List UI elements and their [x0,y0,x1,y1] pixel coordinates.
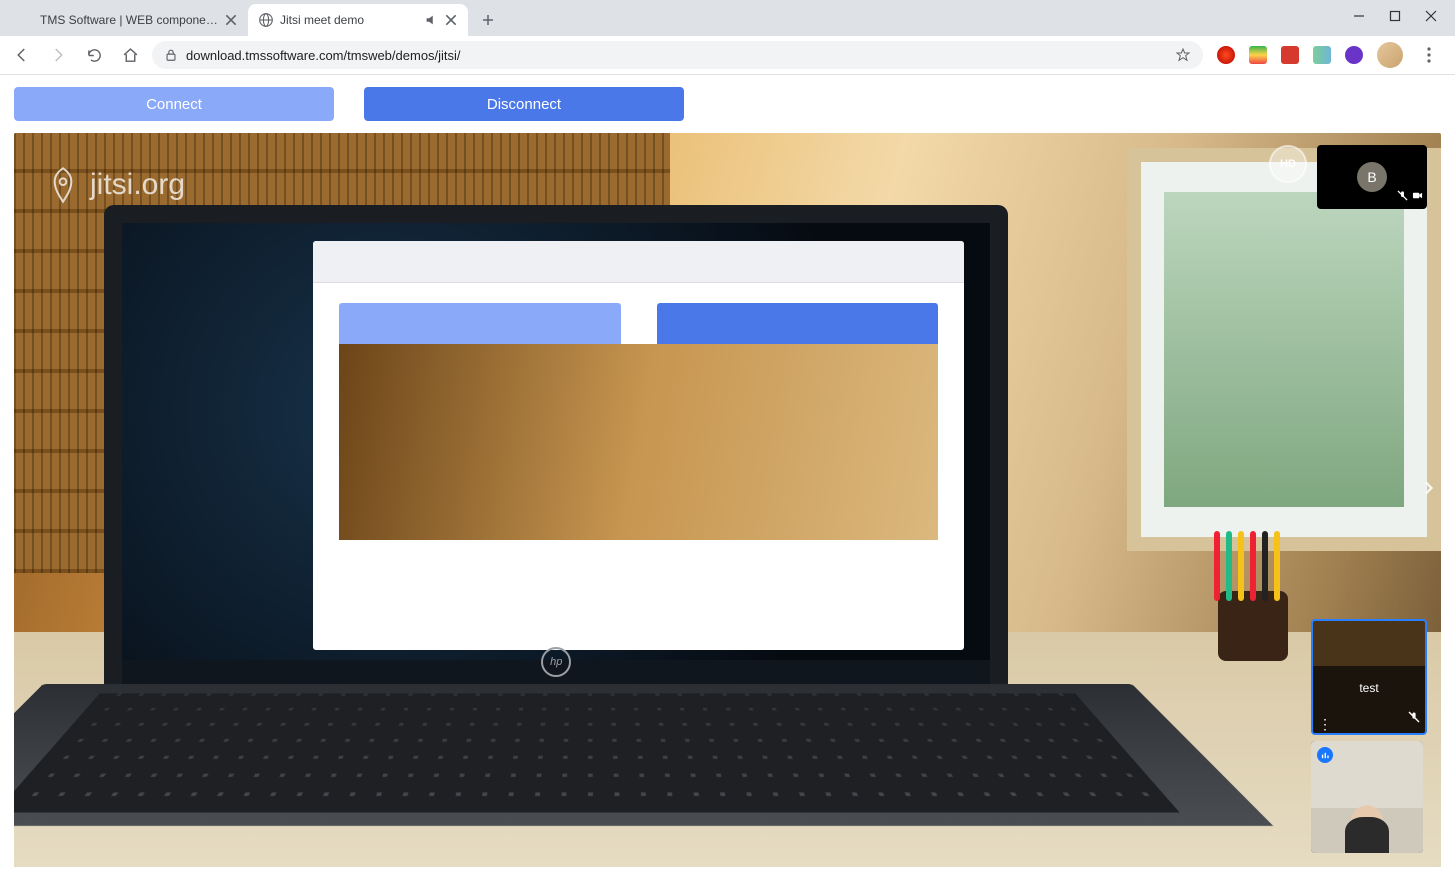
hd-quality-badge[interactable]: HD [1269,145,1307,183]
favicon-tms [18,12,34,28]
tab-strip: TMS Software | WEB components Jitsi meet… [0,0,1455,36]
extension-icon[interactable] [1217,46,1235,64]
background-pen-cup [1208,541,1298,661]
jitsi-brand-text: jitsi.org [90,168,185,202]
tab-title: TMS Software | WEB components [40,13,218,27]
tab-title: Jitsi meet demo [280,13,418,27]
tab-jitsi-demo[interactable]: Jitsi meet demo [248,4,468,36]
mic-muted-icon [1408,710,1420,728]
window-maximize-button[interactable] [1389,10,1401,22]
participant-thumbnails: test ⋮ [1311,619,1427,853]
window-controls [1335,0,1455,32]
window-minimize-button[interactable] [1353,10,1365,22]
top-right-badges: HD B [1269,145,1427,209]
jitsi-logo: jitsi.org [46,165,185,205]
thumbnail-menu-icon[interactable]: ⋮ [1318,720,1332,728]
tab-tms-software[interactable]: TMS Software | WEB components [8,4,248,36]
forward-button[interactable] [44,41,72,69]
home-button[interactable] [116,41,144,69]
profile-avatar[interactable] [1377,42,1403,68]
extension-icon[interactable] [1313,46,1331,64]
new-tab-button[interactable] [474,6,502,34]
mic-muted-icon [1397,188,1408,206]
window-close-button[interactable] [1425,10,1437,22]
extension-icon[interactable] [1345,46,1363,64]
page-content: Connect Disconnect h [0,75,1455,880]
thumbnail-test[interactable]: test ⋮ [1311,619,1427,735]
reload-button[interactable] [80,41,108,69]
thumbnail-self[interactable] [1311,741,1423,853]
address-bar[interactable]: download.tmssoftware.com/tmsweb/demos/ji… [152,41,1203,69]
tab-audio-icon[interactable] [424,13,438,27]
browser-toolbar: download.tmssoftware.com/tmsweb/demos/ji… [0,36,1455,75]
hp-logo: hp [541,647,571,677]
favicon-globe-icon [258,12,274,28]
thumbnail-label: test [1359,681,1378,695]
speaking-indicator-icon [1317,747,1333,763]
participant-avatar-initial: B [1357,162,1387,192]
lock-icon [164,48,178,62]
camera-off-icon [1412,188,1423,206]
jitsi-mark-icon [46,165,80,205]
laptop-in-video: hp [43,162,1070,867]
jitsi-video-area[interactable]: hp jitsi.org HD B test ⋮ [14,133,1441,867]
connect-button[interactable]: Connect [14,87,334,121]
chrome-menu-button[interactable] [1417,43,1441,67]
close-tab-icon[interactable] [444,13,458,27]
participant-badge[interactable]: B [1317,145,1427,209]
button-row: Connect Disconnect [0,75,1455,133]
close-tab-icon[interactable] [224,13,238,27]
back-button[interactable] [8,41,36,69]
extension-icons [1211,42,1447,68]
bookmark-star-icon[interactable] [1175,47,1191,63]
extension-icon[interactable] [1281,46,1299,64]
url-text: download.tmssoftware.com/tmsweb/demos/ji… [186,48,461,63]
extension-icon[interactable] [1249,46,1267,64]
expand-filmstrip-icon[interactable] [1421,481,1435,500]
disconnect-button[interactable]: Disconnect [364,87,684,121]
